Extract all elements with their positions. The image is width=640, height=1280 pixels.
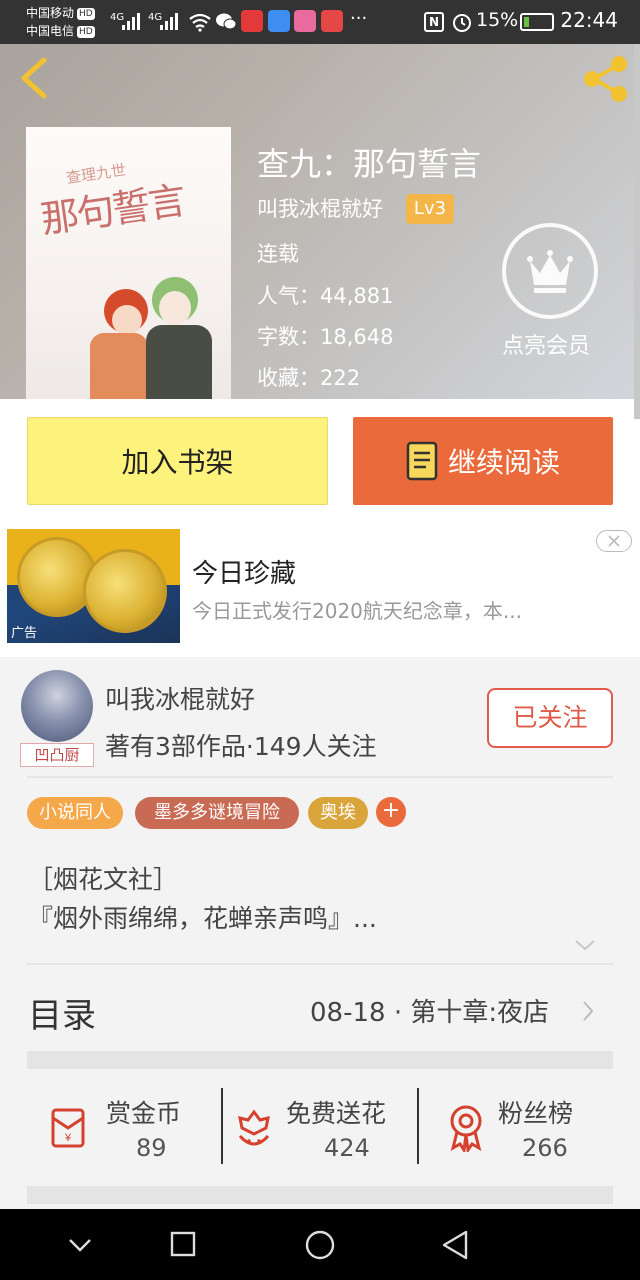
ad-image[interactable]: 广告 (7, 529, 180, 643)
add-to-shelf-button[interactable]: 加入书架 (27, 417, 328, 505)
author-link[interactable]: 叫我冰棍就好 (257, 193, 383, 223)
crown-icon (527, 250, 573, 293)
chevron-right-icon[interactable] (582, 1000, 594, 1022)
share-icon[interactable] (580, 54, 632, 104)
app-notification-icon-2 (294, 10, 316, 32)
description-line-1: ［烟花文社］ (28, 865, 179, 894)
serial-status: 连载 (257, 242, 299, 266)
chevron-down-icon[interactable] (68, 1237, 92, 1253)
divider (27, 963, 613, 965)
battery-percent: 15% (476, 9, 519, 31)
scrollbar[interactable] (634, 44, 640, 419)
section-separator (27, 1186, 613, 1204)
music-app-icon (268, 10, 290, 32)
send-flower-label: 免费送花 (286, 1099, 387, 1128)
red-envelope-icon: ¥ (51, 1108, 85, 1148)
tip-coins-button[interactable]: ¥ 赏金币 89 (50, 1090, 210, 1170)
tip-coins-count: 89 (136, 1134, 167, 1162)
flower-icon (238, 1109, 270, 1146)
ad-title[interactable]: 今日珍藏 (192, 553, 296, 590)
cover-figure-left-face (112, 305, 142, 335)
toc-label[interactable]: 目录 (28, 988, 96, 1037)
ad-close-button[interactable] (596, 530, 632, 552)
coin-right (83, 549, 167, 633)
cover-figure-right-body (146, 325, 212, 399)
battery-icon (520, 13, 554, 31)
tip-coins-label: 赏金币 (106, 1099, 182, 1128)
send-flower-button[interactable]: 免费送花 424 (234, 1090, 414, 1170)
vip-button[interactable] (502, 223, 598, 319)
hd-badge-2: HD (77, 25, 95, 38)
app-notification-icon-1 (241, 10, 263, 32)
cover-figure-left-body (90, 333, 148, 399)
author-avatar[interactable] (21, 670, 93, 742)
cover-title-text: 那句誓言 (38, 178, 187, 242)
home-icon[interactable] (304, 1229, 336, 1261)
hd-badge-1: HD (77, 7, 95, 20)
level-badge: Lv3 (406, 194, 454, 224)
send-flower-count: 424 (324, 1134, 370, 1162)
signal-icon-2 (160, 12, 182, 30)
fan-rank-button[interactable]: 粉丝榜 266 (446, 1090, 596, 1170)
continue-reading-button[interactable]: 继续阅读 (353, 417, 613, 505)
chevron-down-icon[interactable] (574, 938, 596, 952)
continue-reading-label: 继续阅读 (447, 446, 560, 479)
book-icon (406, 441, 438, 481)
carrier-info: 中国移动 HD 中国电信 HD (26, 4, 95, 40)
follow-button[interactable]: 已关注 (487, 688, 613, 748)
favorites-count: 收藏：222 (257, 366, 361, 390)
carrier-2: 中国电信 (26, 24, 75, 38)
ad-tag: 广告 (11, 626, 38, 641)
word-count: 字数：18,648 (257, 325, 394, 349)
book-cover[interactable]: 查理九世 那句誓言 (26, 127, 231, 399)
vip-label[interactable]: 点亮会员 (502, 328, 590, 360)
book-app-icon (321, 10, 343, 32)
stat-separator (417, 1088, 419, 1164)
wechat-icon (216, 13, 237, 30)
fan-rank-label: 粉丝榜 (498, 1099, 574, 1128)
nfc-icon: N (424, 12, 444, 32)
section-separator (27, 1051, 613, 1069)
alarm-icon (453, 14, 471, 32)
close-icon (608, 535, 620, 547)
medal-icon (450, 1105, 482, 1152)
divider (27, 776, 613, 778)
description-line-2: 『烟外雨绵绵，花蝉亲声鸣』... (28, 904, 377, 933)
author-name[interactable]: 叫我冰棍就好 (105, 680, 255, 716)
latest-chapter-link[interactable]: 08-18 · 第十章:夜店 (310, 992, 549, 1029)
recent-apps-icon[interactable] (170, 1231, 196, 1257)
add-to-shelf-label: 加入书架 (121, 446, 234, 479)
author-works-info: 著有3部作品·149人关注 (105, 732, 377, 761)
carrier-1: 中国移动 (26, 6, 75, 20)
back-nav-icon[interactable] (440, 1229, 470, 1261)
back-icon[interactable] (14, 54, 54, 102)
system-nav-bar (0, 1209, 640, 1280)
svg-text:¥: ¥ (64, 1132, 72, 1144)
book-title: 查九：那句誓言 (257, 145, 482, 183)
tag-chip[interactable]: 小说同人 (27, 797, 123, 829)
popularity-count: 人气：44,881 (257, 284, 394, 308)
author-avatar-badge: 凹凸厨 (20, 743, 94, 767)
ad-description[interactable]: 今日正式发行2020航天纪念章，本... (192, 595, 522, 624)
wifi-icon (189, 13, 211, 32)
ad-banner[interactable]: 广告 今日珍藏 今日正式发行2020航天纪念章，本... (0, 521, 640, 657)
clock: 22:44 (560, 8, 618, 32)
stat-separator (221, 1088, 223, 1164)
more-notifications-icon: ··· (350, 8, 368, 29)
add-tag-button[interactable]: + (376, 797, 406, 827)
cover-figure-right-face (159, 291, 191, 325)
fan-rank-count: 266 (522, 1134, 568, 1162)
signal-icon-1 (122, 12, 144, 30)
tag-chip[interactable]: 奥埃 (308, 797, 368, 829)
status-bar: 中国移动 HD 中国电信 HD 4G 4G ··· N 15% 22:44 (0, 0, 640, 44)
tag-chip[interactable]: 墨多多谜境冒险 (135, 797, 299, 829)
